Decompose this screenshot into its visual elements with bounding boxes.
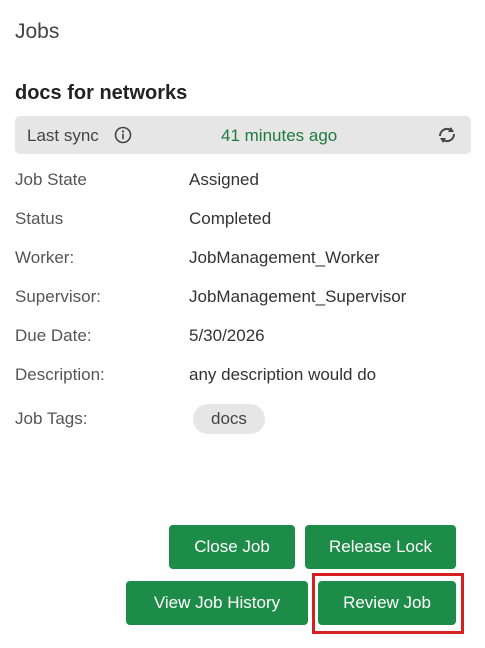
view-job-history-button[interactable]: View Job History (126, 581, 308, 625)
sync-time: 41 minutes ago (221, 126, 338, 145)
detail-value: 5/30/2026 (189, 326, 265, 345)
detail-row-description: Description: any description would do (15, 365, 471, 391)
highlight-box (312, 573, 464, 634)
detail-label: Job State (15, 170, 87, 189)
detail-label: Worker: (15, 248, 75, 267)
detail-label: Supervisor: (15, 287, 101, 306)
detail-label: Due Date: (15, 326, 92, 345)
detail-label: Description: (15, 365, 105, 384)
release-lock-button[interactable]: Release Lock (305, 525, 456, 569)
job-title: docs for networks (15, 82, 188, 104)
sync-label: Last sync (27, 126, 99, 145)
detail-label: Job Tags: (15, 409, 88, 428)
detail-value: JobManagement_Supervisor (189, 287, 407, 306)
close-job-button[interactable]: Close Job (169, 525, 295, 569)
sync-bar: Last sync 41 minutes ago (15, 116, 471, 154)
detail-row-status: Status Completed (15, 209, 471, 235)
tag-chip[interactable]: docs (193, 404, 265, 434)
detail-row-supervisor: Supervisor: JobManagement_Supervisor (15, 287, 471, 313)
detail-label: Status (15, 209, 64, 228)
detail-value: JobManagement_Worker (189, 248, 380, 267)
detail-value: any description would do (189, 365, 377, 384)
detail-value: Assigned (189, 170, 259, 189)
detail-value: Completed (189, 209, 272, 228)
detail-row-job-state: Job State Assigned (15, 170, 471, 196)
detail-row-due-date: Due Date: 5/30/2026 (15, 326, 471, 352)
detail-row-worker: Worker: JobManagement_Worker (15, 248, 471, 274)
page-title: Jobs (15, 20, 60, 43)
refresh-icon[interactable] (436, 125, 458, 145)
info-icon[interactable] (114, 126, 132, 144)
